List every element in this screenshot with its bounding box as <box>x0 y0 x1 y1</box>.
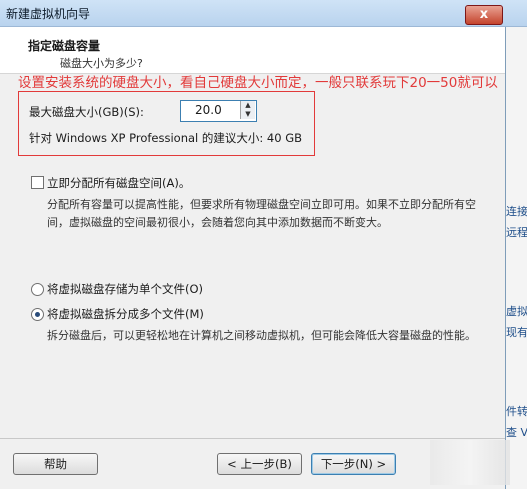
annotation-text: 设置安装系统的硬盘大小，看自己硬盘大小而定，一般只联系玩下20一50就可以 <box>18 75 498 91</box>
footer-divider <box>0 438 505 439</box>
close-button[interactable]: x <box>465 5 503 25</box>
allocate-description: 分配所有容量可以提高性能，但要求所有物理磁盘空间立即可用。如果不立即分配所有空间… <box>47 198 476 229</box>
multi-description: 拆分磁盘后，可以更轻松地在计算机之间移动虚拟机，但可能会降低大容量磁盘的性能。 <box>47 329 476 342</box>
background-panel <box>506 27 527 489</box>
spin-up-button[interactable]: ▲ <box>240 101 255 110</box>
page-subtitle: 磁盘大小为多少? <box>60 57 143 70</box>
radio-selected-dot <box>35 312 40 317</box>
window-title: 新建虚拟机向导 <box>6 7 91 21</box>
recommend-text: 针对 Windows XP Professional 的建议大小: 40 GB <box>29 131 303 145</box>
side-text-1: 连接 <box>506 205 527 218</box>
page-title: 指定磁盘容量 <box>28 39 101 53</box>
radio-multi-file[interactable] <box>31 308 44 321</box>
side-text-5: 件转 <box>506 405 527 418</box>
annotation-box <box>18 91 315 156</box>
allocate-label[interactable]: 立即分配所有磁盘空间(A)。 <box>47 175 190 191</box>
allocate-checkbox[interactable] <box>31 176 44 189</box>
max-size-label: 最大磁盘大小(GB)(S): <box>29 105 144 119</box>
blurred-region <box>430 440 510 485</box>
option-multi-label[interactable]: 将虚拟磁盘拆分成多个文件(M) <box>47 306 204 322</box>
side-text-3: 虚拟 <box>506 305 527 318</box>
back-button[interactable]: < 上一步(B) <box>217 453 302 475</box>
side-text-6: 查 V <box>506 426 527 439</box>
next-button[interactable]: 下一步(N) > <box>311 453 396 475</box>
radio-single-file[interactable] <box>31 283 44 296</box>
side-text-2: 远程 <box>506 226 527 239</box>
help-button[interactable]: 帮助 <box>13 453 98 475</box>
side-text-4: 现有 <box>506 326 527 339</box>
option-single-label[interactable]: 将虚拟磁盘存储为单个文件(O) <box>47 281 203 297</box>
disk-size-value[interactable]: 20.0 <box>195 103 222 117</box>
spin-down-button[interactable]: ▼ <box>240 110 255 119</box>
